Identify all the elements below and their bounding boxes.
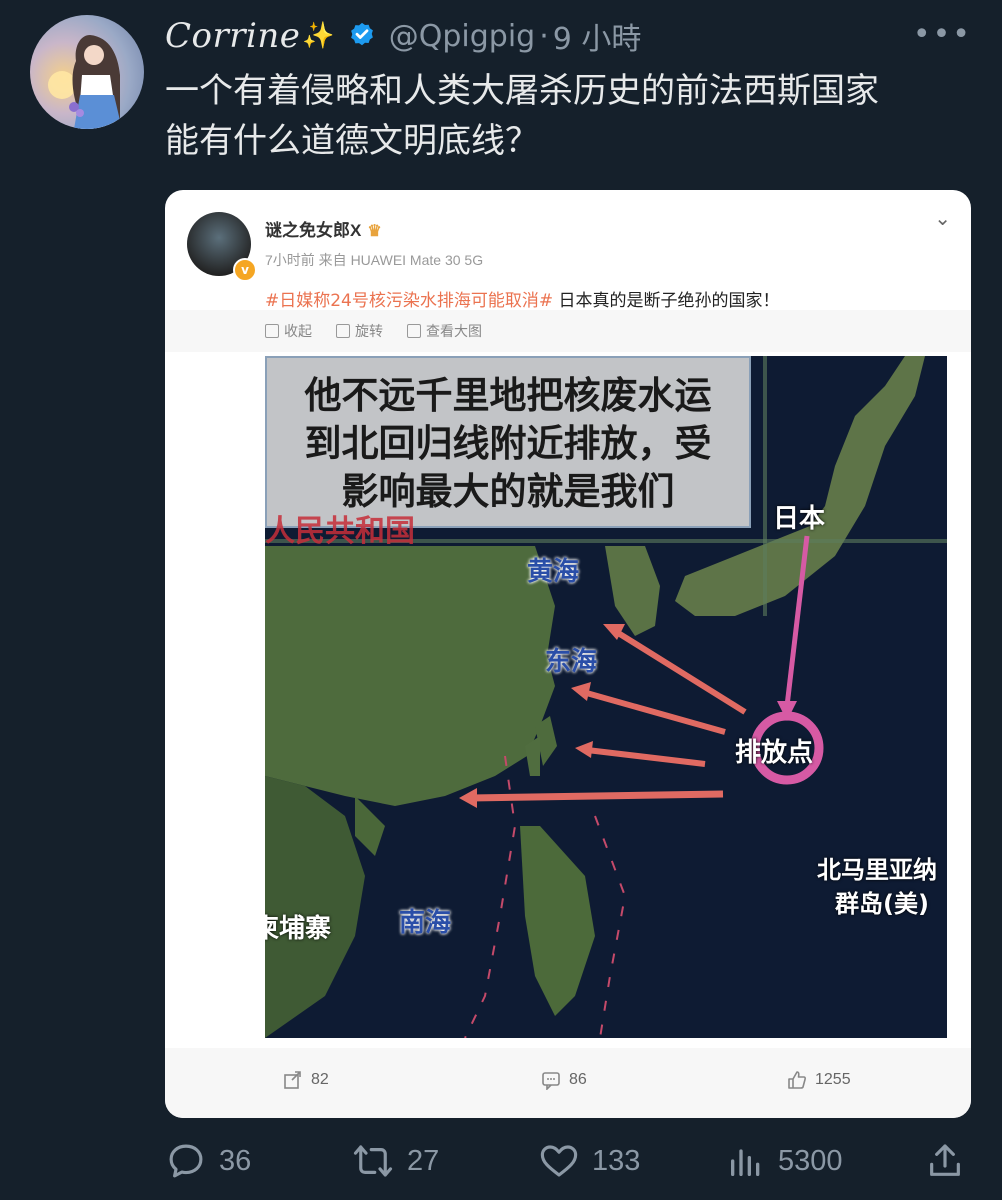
weibo-comment: 86	[541, 1070, 587, 1090]
rotate-tool: 旋转	[336, 321, 383, 341]
more-options-icon[interactable]: •••	[913, 20, 972, 50]
view-large-label: 查看大图	[426, 324, 482, 340]
tweet-timestamp[interactable]: 9 小時	[553, 14, 642, 58]
like-count: 133	[592, 1144, 641, 1177]
yellow-sea-label: 黄海	[527, 557, 580, 587]
japan-label: 日本	[773, 504, 826, 534]
view-large-tool: 查看大图	[407, 321, 482, 341]
weibo-actions: 82 86 1255	[165, 1048, 971, 1118]
mariana-label-line2: 群岛(美)	[835, 890, 929, 918]
share-button[interactable]	[925, 1136, 965, 1186]
weibo-like: 1255	[787, 1070, 851, 1090]
weibo-username: 谜之免女郎X ♛	[265, 216, 382, 241]
weibo-comment-count: 86	[569, 1071, 587, 1088]
map-image: 他不远千里地把核废水运 到北回归线附近排放，受 影响最大的就是我们 人民共和国 …	[265, 356, 947, 1038]
retweet-button[interactable]: 27	[351, 1136, 439, 1186]
collapse-label: 收起	[284, 324, 312, 340]
reply-button[interactable]: 36	[165, 1136, 251, 1186]
verified-badge-icon[interactable]	[347, 21, 377, 51]
user-avatar[interactable]	[30, 15, 144, 129]
weibo-forward-count: 82	[311, 1071, 329, 1088]
separator-dot: ·	[539, 18, 549, 54]
view-large-icon	[407, 324, 421, 338]
share-icon	[930, 1144, 960, 1176]
overlay-line: 他不远千里地把核废水运	[304, 374, 712, 417]
thumbs-up-icon	[788, 1071, 806, 1089]
media-card[interactable]: v 谜之免女郎X ♛ 7小时前 来自 HUAWEI Mate 30 5G ⌄ #日…	[165, 190, 971, 1118]
overlay-line: 到北回归线附近排放，受	[304, 422, 712, 465]
display-name[interactable]: Corrine	[165, 16, 300, 56]
rotate-icon	[336, 324, 350, 338]
reply-icon	[169, 1144, 203, 1178]
china-label-fragment: 人民共和国	[265, 514, 415, 549]
weibo-like-count: 1255	[815, 1071, 851, 1088]
forward-icon	[284, 1071, 301, 1089]
discharge-point-label: 排放点	[735, 738, 814, 768]
like-button[interactable]: 133	[538, 1136, 640, 1186]
sparkles-icon: ✨	[302, 21, 335, 51]
weibo-text: #日媒称24号核污染水排海可能取消# 日本真的是断子绝孙的国家！	[265, 286, 780, 311]
views-button[interactable]: 5300	[726, 1136, 843, 1186]
weibo-body: 日本真的是断子绝孙的国家！	[553, 291, 780, 311]
mariana-label-line1: 北马里亚纳	[817, 856, 937, 884]
chevron-down-icon: ⌄	[934, 206, 951, 230]
rotate-label: 旋转	[355, 324, 383, 340]
views-chart-icon	[731, 1149, 760, 1176]
verified-v-icon: v	[233, 258, 257, 282]
collapse-icon	[265, 324, 279, 338]
tweet-actions: 36 27 133 5300	[165, 1136, 978, 1186]
east-sea-label: 东海	[545, 647, 598, 677]
reply-count: 36	[219, 1144, 252, 1177]
cambodia-label: 柬埔寨	[265, 914, 332, 944]
tweet-text: 一个有着侵略和人类大屠杀历史的前法西斯国家 能有什么道德文明底线？	[165, 66, 985, 166]
comment-icon	[542, 1072, 560, 1090]
user-handle[interactable]: @Qpigpig	[389, 19, 535, 54]
views-count: 5300	[778, 1144, 843, 1177]
overlay-caption: 他不远千里地把核废水运 到北回归线附近排放，受 影响最大的就是我们	[265, 356, 751, 528]
retweet-icon	[353, 1145, 393, 1177]
weibo-meta: 7小时前 来自 HUAWEI Mate 30 5G	[265, 252, 484, 268]
heart-icon	[540, 1145, 578, 1177]
tweet-text-line: 一个有着侵略和人类大屠杀历史的前法西斯国家	[165, 71, 879, 111]
tweet-header: Corrine ✨ @Qpigpig · 9 小時 •••	[165, 14, 972, 58]
retweet-count: 27	[407, 1144, 440, 1177]
tweet-text-line: 能有什么道德文明底线？	[165, 121, 539, 161]
weibo-forward: 82	[283, 1070, 329, 1090]
weibo-username-text: 谜之免女郎X	[265, 221, 362, 240]
crown-icon: ♛	[367, 223, 382, 240]
south-sea-label: 南海	[399, 908, 452, 938]
weibo-image-tools: 收起 旋转 查看大图	[165, 310, 971, 352]
weibo-hashtag: #日媒称24号核污染水排海可能取消#	[265, 291, 554, 311]
collapse-tool: 收起	[265, 321, 312, 341]
